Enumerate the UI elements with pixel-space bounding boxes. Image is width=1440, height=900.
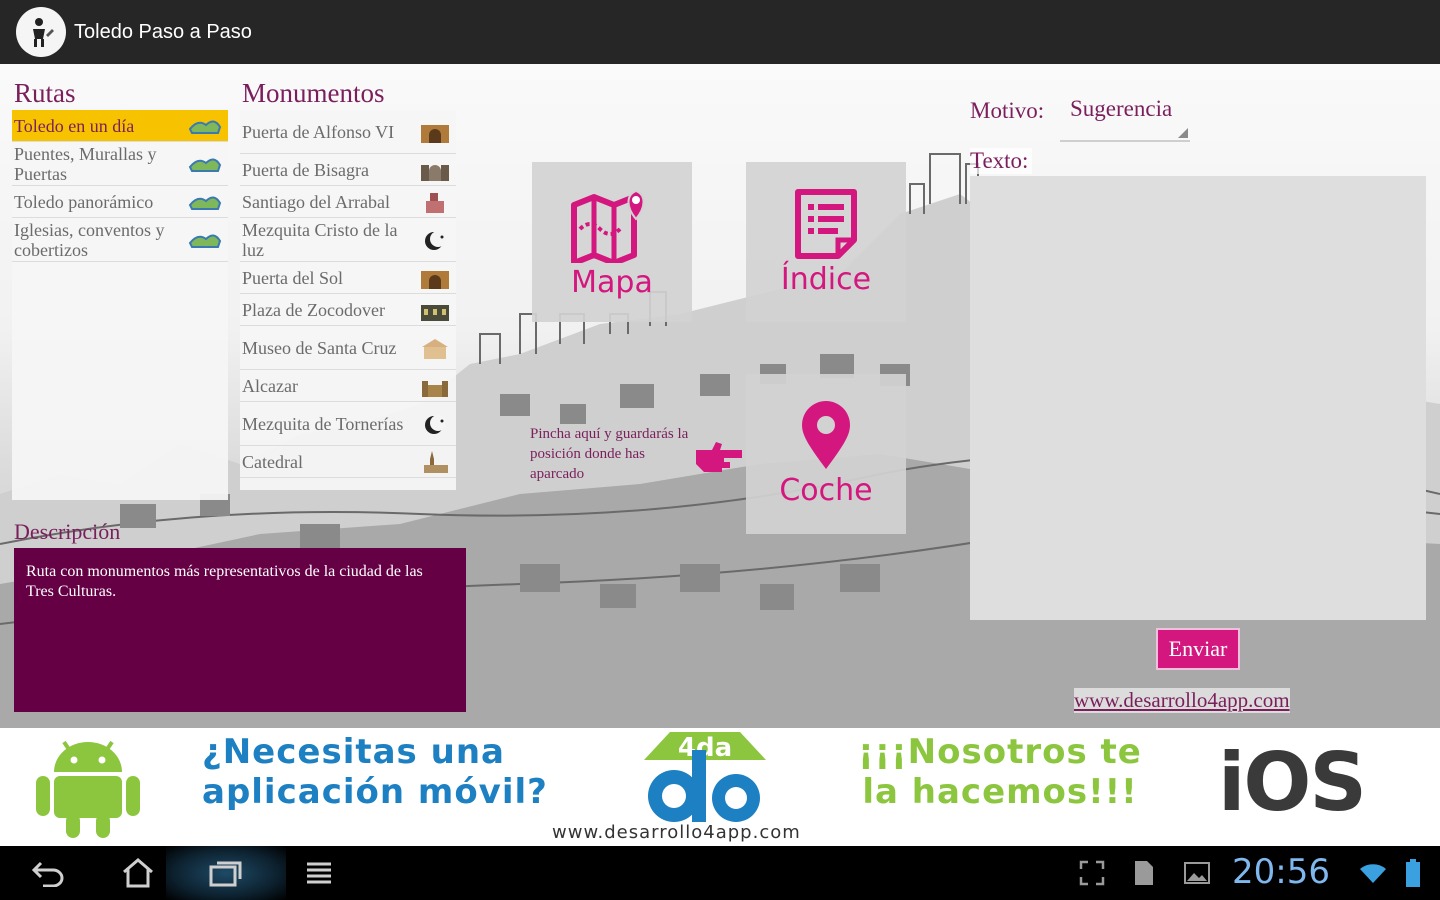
coche-label: Coche (779, 472, 873, 508)
map-icon (571, 189, 645, 263)
menu-button[interactable] (292, 846, 346, 900)
recent-apps-button[interactable] (166, 846, 286, 900)
description-title: Descripción (14, 519, 121, 544)
indice-label: Índice (780, 261, 872, 297)
route-item[interactable]: Toledo panorámico (12, 186, 228, 218)
monument-item[interactable]: Puerta de Alfonso VI (240, 110, 456, 154)
monument-item[interactable]: Alcazar (240, 370, 456, 402)
gate-icon (421, 270, 449, 289)
mapa-button[interactable]: Mapa (532, 162, 692, 322)
ad-answer-text: ¡¡¡Nosotros te la hacemos!!! (858, 732, 1142, 812)
church-icon (426, 192, 444, 213)
ad-question-text: ¿Necesitas una aplicación móvil? (202, 732, 548, 812)
status-clock: 20:56 (1232, 852, 1330, 892)
plaza-icon (421, 304, 449, 321)
texto-label: Texto: (970, 148, 1033, 174)
motivo-select[interactable]: Sugerencia (1060, 94, 1190, 142)
gate-icon (421, 124, 449, 143)
route-map-icon (188, 234, 222, 248)
pointing-hand-icon (696, 442, 742, 472)
crescent-icon (425, 230, 446, 250)
description-text: Ruta con monumentos más representativos … (26, 563, 423, 600)
system-navigation-bar: 20:56 (0, 846, 1440, 900)
recent-apps-icon (209, 861, 242, 887)
monument-item[interactable]: Puerta de Bisagra (240, 154, 456, 186)
route-map-icon (188, 120, 222, 134)
coche-button[interactable]: Coche (746, 374, 906, 534)
location-pin-icon (802, 400, 850, 469)
route-item[interactable]: Iglesias, conventos y cobertizos (12, 218, 228, 262)
home-button[interactable] (110, 846, 166, 900)
enviar-button[interactable]: Enviar (1156, 628, 1240, 670)
ad-url-text: www.desarrollo4app.com (552, 822, 801, 843)
notification-file-icon (1128, 846, 1160, 900)
battery-icon (1398, 846, 1428, 900)
parking-hint-text: Pincha aquí y guardarás la posición dond… (530, 426, 689, 482)
back-button[interactable] (20, 846, 76, 900)
motivo-label: Motivo: (970, 98, 1045, 123)
desarrollo4app-logo: 4da (644, 732, 766, 822)
rutas-list: Toledo en un día Puentes, Murallas y Pue… (12, 110, 228, 500)
wifi-icon (1356, 846, 1390, 900)
main-content: Rutas Toledo en un día Puentes, Murallas… (0, 64, 1440, 728)
dropdown-corner-icon (1178, 128, 1188, 138)
monument-item[interactable]: Catedral (240, 446, 456, 478)
monument-item[interactable]: Santiago del Arrabal (240, 186, 456, 218)
android-logo-icon (36, 740, 140, 838)
action-bar: Toledo Paso a Paso (0, 0, 1440, 64)
index-list-icon (795, 188, 857, 259)
museum-icon (422, 338, 448, 359)
website-link[interactable]: www.desarrollo4app.com (1074, 688, 1290, 713)
motivo-selected-value: Sugerencia (1070, 96, 1173, 121)
ios-logo-text: iOS (1218, 736, 1367, 829)
menu-icon (307, 862, 331, 884)
ad-banner[interactable]: ¿Necesitas una aplicación móvil? 4da ¡¡¡… (0, 728, 1440, 846)
home-icon (123, 858, 153, 888)
fullscreen-button[interactable] (1074, 846, 1110, 900)
route-map-icon (188, 196, 222, 210)
monument-item[interactable]: Puerta del Sol (240, 262, 456, 294)
crescent-icon (425, 414, 446, 434)
monumentos-title: Monumentos (242, 78, 385, 108)
fullscreen-icon (1079, 860, 1105, 886)
rutas-title: Rutas (14, 78, 76, 108)
monument-item[interactable]: Plaza de Zocodover (240, 294, 456, 326)
route-item[interactable]: Puentes, Murallas y Puertas (12, 142, 228, 186)
back-arrow-icon (31, 861, 64, 887)
app-logo-icon[interactable] (16, 7, 66, 57)
route-map-icon (188, 158, 222, 172)
gate-icon (421, 164, 449, 181)
texto-input[interactable] (970, 176, 1426, 620)
route-item[interactable]: Toledo en un día (12, 110, 228, 142)
monument-item[interactable]: Mezquita Cristo de la luz (240, 218, 456, 262)
app-title: Toledo Paso a Paso (74, 20, 252, 43)
notification-image-icon (1180, 846, 1214, 900)
castle-icon (422, 380, 448, 397)
monumentos-list: Puerta de Alfonso VI Puerta de Bisagra S… (240, 110, 456, 490)
description-box: Ruta con monumentos más representativos … (14, 548, 466, 712)
mapa-label: Mapa (571, 264, 653, 300)
indice-button[interactable]: Índice (746, 162, 906, 322)
monument-item[interactable]: Mezquita de Tornerías (240, 402, 456, 446)
cathedral-icon (424, 450, 448, 473)
monument-item[interactable]: Museo de Santa Cruz (240, 326, 456, 370)
